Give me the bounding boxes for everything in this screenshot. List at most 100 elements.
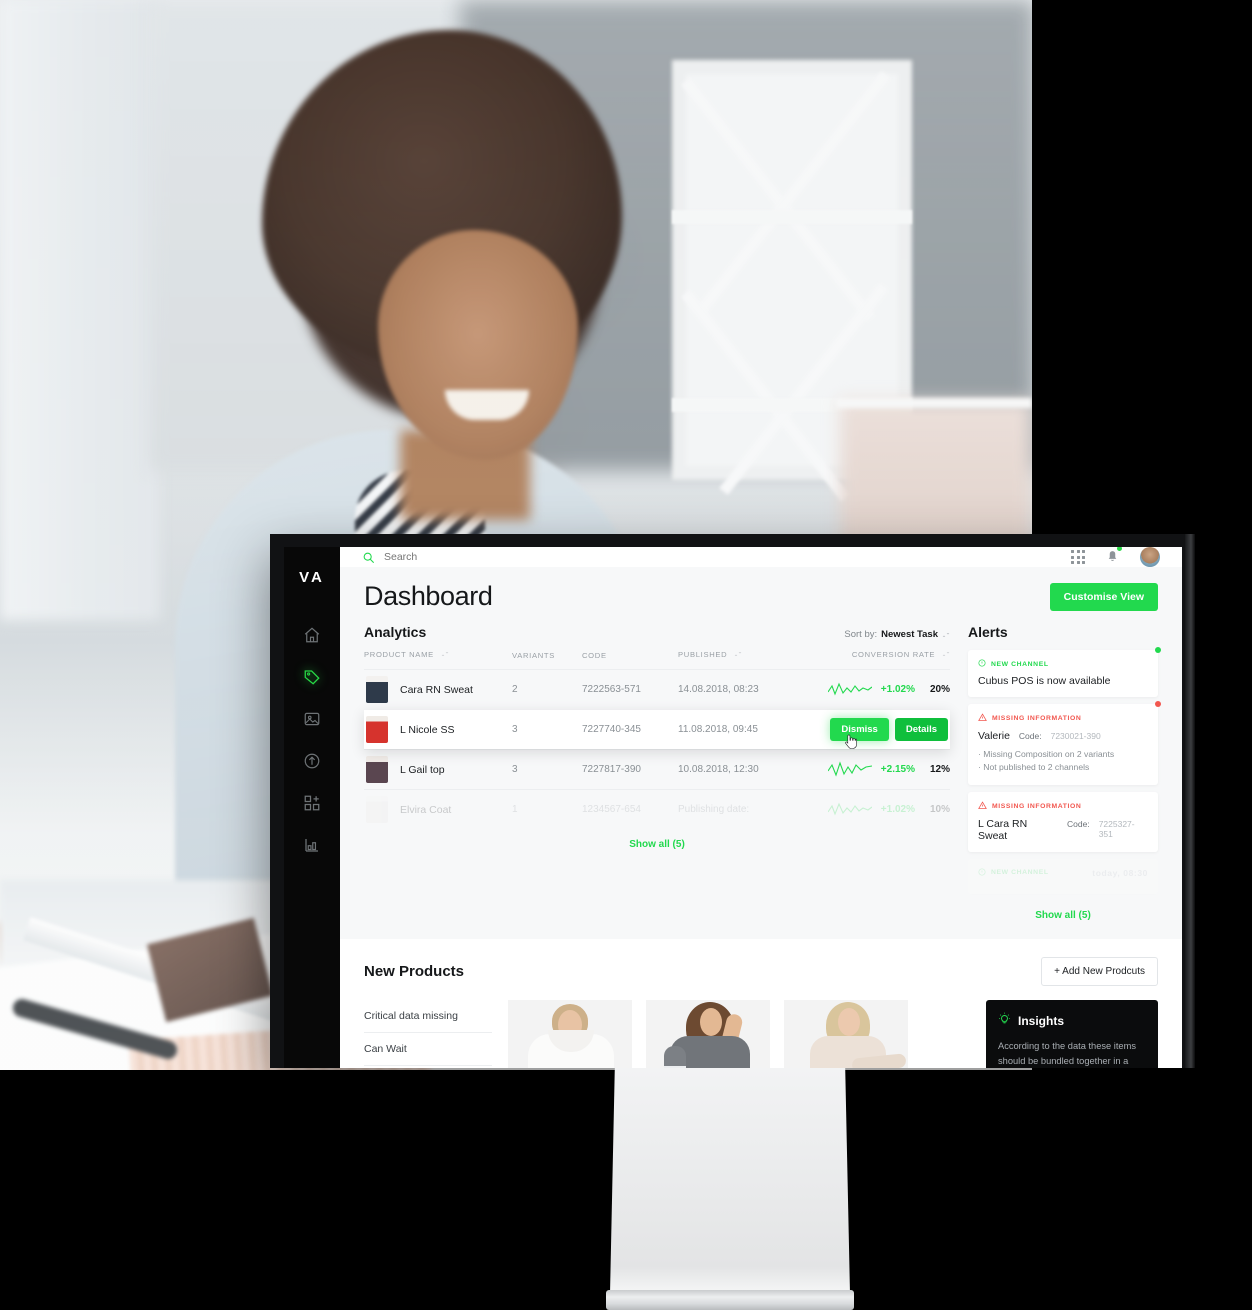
add-new-products-button[interactable]: + Add New Prodcuts [1041, 956, 1158, 986]
conversion-rate: 12% [929, 764, 950, 775]
conversion-rate: 10% [929, 804, 950, 816]
insights-header: Insights [998, 1012, 1146, 1030]
sidebar-item-reports[interactable] [284, 826, 340, 868]
analytics-header: Analytics Sort by: Newest Task [364, 624, 950, 640]
sidebar-item-home[interactable] [284, 616, 340, 658]
analytics-table-head: PRODUCT NAME VARIANTS CODE PUBLISHED CON… [364, 650, 950, 670]
alert-card[interactable]: NEW CHANNEL today, 08:30 [968, 858, 1158, 894]
new-products-section: New Products + Add New Prodcuts Critical… [340, 938, 1182, 1068]
sidebar-item-apps[interactable] [284, 784, 340, 826]
filter-can-wait[interactable]: Can Wait [364, 1033, 492, 1066]
row-variants: 2 [512, 669, 582, 710]
filter-critical-data-missing[interactable]: Critical data missing [364, 1000, 492, 1033]
alerts-show-all[interactable]: Show all (5) [968, 901, 1158, 921]
alert-bullet: · Not published to 2 channels [978, 762, 1090, 773]
alerts-title: Alerts [968, 624, 1008, 640]
row-conversion: +1.02% 10% [798, 801, 950, 818]
table-row[interactable]: Elvira Coat 1 1234567-654 Publishing dat… [364, 789, 950, 830]
monitor-frame: VA Search Dashboard Customise View Analy… [270, 534, 1195, 1068]
search-box[interactable] [362, 551, 554, 564]
brand-logo[interactable]: VA [299, 569, 325, 586]
alert-title-row: L Cara RN Sweat Code: 7225327-351 [978, 818, 1148, 842]
product-name: Elvira Coat [400, 803, 452, 816]
row-variants: 3 [512, 724, 518, 735]
sort-arrows-icon [942, 631, 950, 639]
analytics-table: PRODUCT NAME VARIANTS CODE PUBLISHED CON… [364, 650, 950, 830]
sparkline-chart [827, 761, 872, 778]
alert-kind: NEW CHANNEL [978, 659, 1148, 669]
upload-circle-icon [303, 752, 321, 775]
conversion-delta: +1.02% [880, 684, 915, 695]
alert-status-dot [1155, 701, 1161, 707]
page-header: Dashboard Customise View [340, 567, 1182, 620]
insights-text: According to the data these items should… [998, 1040, 1136, 1066]
new-products-cards [508, 999, 968, 1068]
tag-icon [303, 668, 321, 691]
sort-by-control[interactable]: Sort by: Newest Task [844, 629, 950, 640]
alert-kind: MISSING INFORMATION [978, 713, 1148, 724]
product-card-white-hoodie[interactable] [508, 999, 632, 1068]
user-avatar[interactable] [1140, 547, 1160, 567]
apps-grid-icon[interactable] [1071, 550, 1085, 564]
customise-view-button[interactable]: Customise View [1049, 582, 1158, 611]
search-input[interactable] [384, 551, 554, 563]
filter-completed[interactable]: Completed [364, 1066, 492, 1068]
alert-card[interactable]: MISSING INFORMATION L Cara RN Sweat Code… [968, 791, 1158, 852]
row-code: 7222563-571 [582, 669, 678, 710]
alert-card[interactable]: MISSING INFORMATION Valerie Code: 723002… [968, 701, 1161, 785]
conversion-delta: +1.02% [880, 804, 915, 816]
topbar [340, 547, 1182, 567]
lightbulb-icon [998, 1012, 1011, 1030]
row-code: 7227817-390 [582, 749, 678, 790]
alert-card[interactable]: NEW CHANNEL Cubus POS is now available [968, 647, 1161, 697]
details-button[interactable]: Details [894, 718, 948, 741]
table-row[interactable]: L Gail top 3 7227817-390 10.08.2018, 12:… [364, 749, 950, 790]
app-screen: VA Search Dashboard Customise View Analy… [284, 547, 1182, 1068]
alert-time: today, 08:30 [1092, 867, 1148, 878]
product-thumbnail [366, 716, 388, 743]
new-products-filters: Critical data missing Can Wait Completed… [364, 1000, 492, 1068]
column-published[interactable]: PUBLISHED [678, 650, 798, 670]
row-conversion: +1.02% 20% [798, 681, 950, 698]
sort-arrows-icon [441, 651, 449, 660]
row-product: L Gail top [364, 756, 512, 783]
product-name: L Nicole SS [400, 723, 455, 736]
column-label: PRODUCT NAME [364, 650, 434, 659]
alert-code: 7230021-390 [1050, 731, 1101, 741]
alert-title: Cubus POS is now available [978, 675, 1111, 687]
alert-kind-label: MISSING INFORMATION [992, 715, 1082, 722]
sidebar-item-media[interactable] [284, 700, 340, 742]
product-card-beige-top[interactable] [784, 999, 908, 1068]
row-published: 10.08.2018, 12:30 [678, 749, 798, 790]
warning-triangle-icon [978, 713, 987, 724]
column-code[interactable]: CODE [582, 650, 678, 670]
info-circle-icon [978, 659, 986, 669]
insights-panel: Insights According to the data these ite… [986, 999, 1158, 1068]
analytics-show-all[interactable]: Show all (5) [364, 830, 950, 850]
alert-title-row: Valerie Code: 7230021-390 [978, 730, 1148, 742]
sparkline-chart [827, 801, 873, 818]
sort-arrows-icon [942, 651, 950, 660]
sidebar-item-products[interactable] [284, 658, 340, 700]
row-product: Elvira Coat [364, 796, 512, 824]
column-conversion-rate[interactable]: CONVERSION RATE [798, 650, 950, 670]
alert-status-dot [1155, 647, 1161, 653]
row-published: 11.08.2018, 09:45 [678, 724, 758, 735]
column-product-name[interactable]: PRODUCT NAME [364, 650, 512, 670]
table-row[interactable]: Cara RN Sweat 2 7222563-571 14.08.2018, … [364, 669, 950, 710]
table-row[interactable]: L Nicole SS 3 7227740-345 11.08.2018, 09… [364, 709, 950, 750]
row-variants: 1 [512, 789, 582, 830]
insights-title: Insights [1018, 1013, 1065, 1028]
dashboard-panels: Analytics Sort by: Newest Task PRODUCT N… [340, 620, 1182, 921]
column-variants[interactable]: VARIANTS [512, 650, 582, 670]
row-code: 7227740-345 [582, 724, 641, 735]
notification-bell-icon[interactable] [1105, 547, 1122, 567]
dismiss-button[interactable]: Dismiss [830, 718, 889, 741]
new-products-title: New Products [364, 962, 465, 980]
grid-plus-icon [303, 794, 321, 817]
product-card-grey-tee[interactable] [646, 999, 770, 1068]
alert-kind: MISSING INFORMATION [978, 801, 1148, 812]
sidebar: VA [284, 547, 340, 1068]
sidebar-item-publish[interactable] [284, 742, 340, 784]
alert-code-label: Code: [1018, 731, 1042, 741]
